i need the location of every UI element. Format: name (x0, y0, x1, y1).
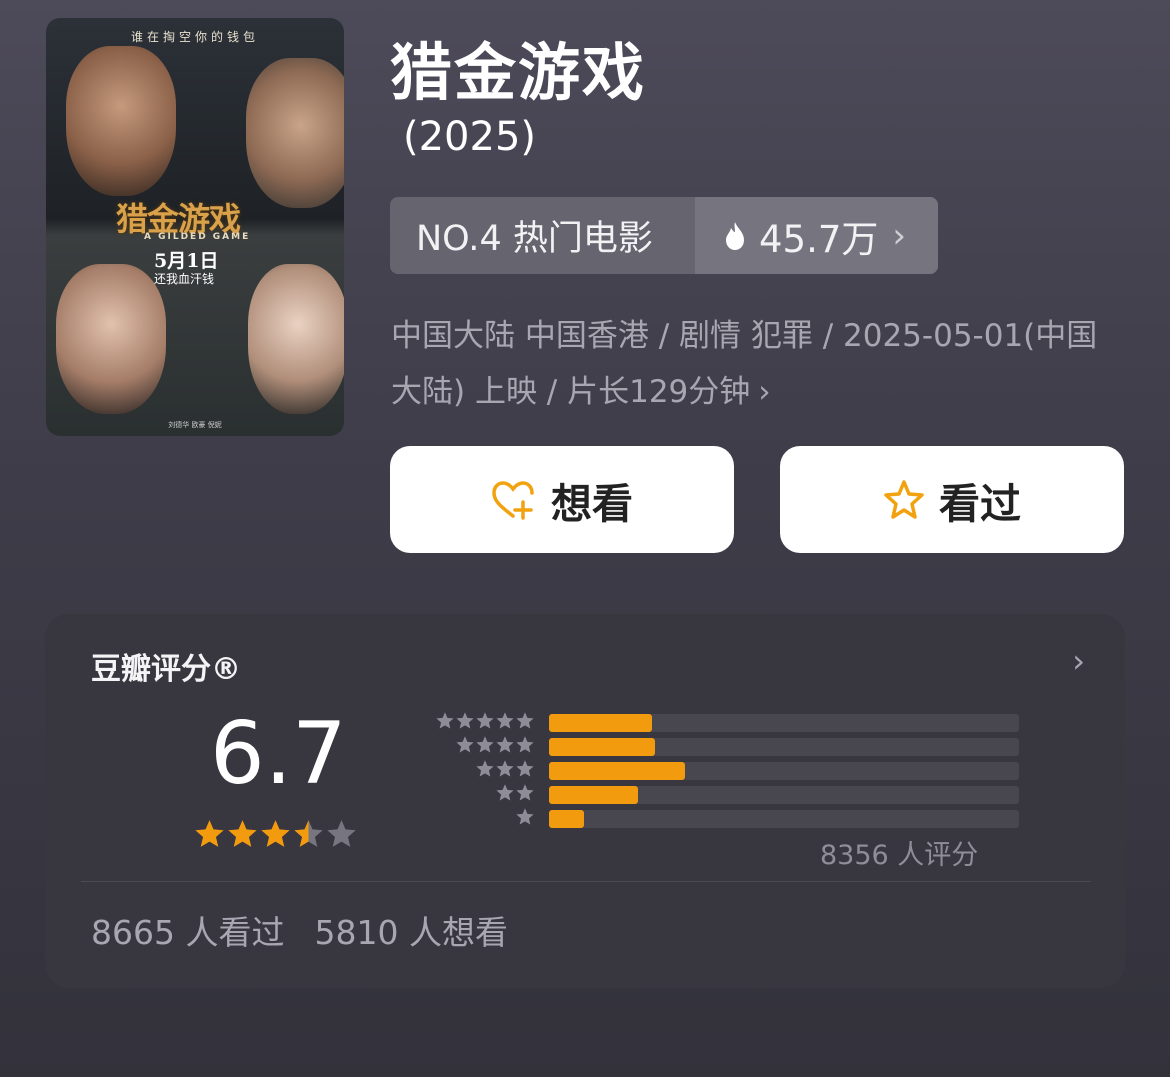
flame-icon (726, 221, 744, 250)
vote-count: 8356 人评分 (820, 840, 979, 871)
bar-fill (549, 714, 653, 732)
bar-track (549, 762, 1019, 780)
bar-stars (495, 783, 535, 803)
poster-face (66, 46, 176, 196)
star-icon (436, 712, 454, 729)
star-icon (476, 760, 494, 777)
rating-stars (193, 818, 358, 851)
audience-counts: 8665 人看过 5810 人想看 (91, 906, 508, 954)
bar-fill (549, 810, 585, 828)
rating-bar-3-star (385, 759, 1019, 780)
bar-fill (549, 786, 639, 804)
heat-value: 45.7万 (759, 217, 879, 261)
star-icon (476, 712, 494, 729)
rank-label: NO.4 热门电影 (416, 219, 653, 259)
movie-title: 猎金游戏 (390, 36, 647, 109)
rating-bar-2-star (385, 783, 1019, 804)
star-icon (261, 820, 290, 847)
star-icon (195, 820, 224, 847)
star-icon (456, 712, 474, 729)
rating-score: 6.7 (210, 704, 347, 804)
bar-stars (515, 807, 535, 827)
want-count[interactable]: 5810 人想看 (314, 913, 507, 952)
star-icon (516, 784, 534, 801)
star-icon (327, 820, 356, 847)
movie-meta[interactable]: 中国大陆 中国香港 / 剧情 犯罪 / 2025-05-01(中国大陆) 上映 … (391, 308, 1111, 420)
star-icon (496, 712, 514, 729)
rating-bar-1-star (385, 807, 1019, 828)
star-icon (516, 736, 534, 753)
poster-credits: 刘德华 欧豪 倪妮 (168, 421, 222, 429)
bar-stars (475, 759, 535, 779)
star-outline-icon (884, 479, 924, 519)
star-icon (516, 808, 534, 825)
heart-plus-icon (492, 480, 534, 520)
bar-stars (435, 711, 535, 731)
chevron-right-icon: › (892, 215, 906, 256)
star-icon (476, 736, 494, 753)
seen-button[interactable]: 看过 (780, 446, 1124, 553)
want-button[interactable]: 想看 (390, 446, 734, 553)
poster-face (246, 58, 344, 208)
bar-fill (549, 738, 655, 756)
movie-year: (2025) (403, 114, 537, 160)
poster-face (56, 264, 166, 414)
chevron-right-icon[interactable]: › (1072, 642, 1085, 680)
rating-bar-5-star (385, 711, 1019, 732)
star-icon (496, 784, 514, 801)
divider (81, 881, 1091, 882)
bar-fill (549, 762, 686, 780)
star-icon (516, 712, 534, 729)
star-icon (294, 820, 323, 847)
bar-track (549, 810, 1019, 828)
rating-card[interactable]: 豆瓣评分® › 6.7 8356 人评分 8665 人看过 5810 人想看 (45, 614, 1125, 988)
rating-title: 豆瓣评分® (91, 652, 241, 687)
bar-track (549, 738, 1019, 756)
bar-track (549, 714, 1019, 732)
star-icon (496, 736, 514, 753)
rank-badge[interactable]: NO.4 热门电影 45.7万 › (390, 197, 938, 274)
meta-info: 中国大陆 中国香港 / 剧情 犯罪 / 2025-05-01(中国大陆) 上映 … (391, 318, 1098, 410)
seen-label: 看过 (939, 479, 1021, 528)
bar-track (549, 786, 1019, 804)
star-icon (456, 736, 474, 753)
poster-slogan: 还我血汗钱 (154, 272, 215, 286)
want-label: 想看 (551, 479, 633, 528)
bar-stars (455, 735, 535, 755)
chevron-right-icon: › (758, 374, 771, 410)
poster-face (248, 264, 344, 414)
star-icon (496, 760, 514, 777)
star-icon (228, 820, 257, 847)
poster-date: 5月1日 (154, 250, 219, 272)
poster-subtitle: A GILDED GAME (144, 232, 251, 242)
star-icon (516, 760, 534, 777)
movie-poster[interactable]: 谁在掏空你的钱包 猎金游戏 A GILDED GAME 5月1日 还我血汗钱 刘… (46, 18, 344, 436)
heat-section[interactable]: 45.7万 › (695, 197, 938, 274)
seen-count[interactable]: 8665 人看过 (91, 913, 284, 952)
rating-bar-4-star (385, 735, 1019, 756)
poster-tagline: 谁在掏空你的钱包 (130, 30, 259, 44)
